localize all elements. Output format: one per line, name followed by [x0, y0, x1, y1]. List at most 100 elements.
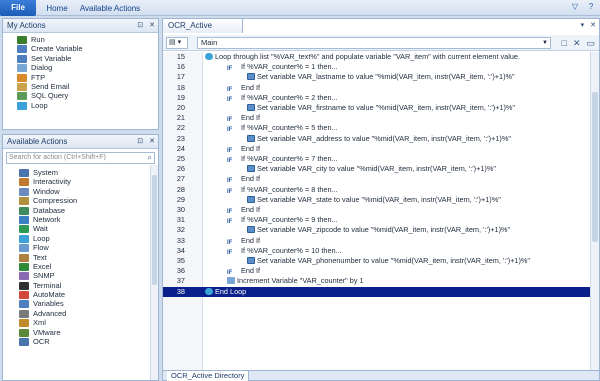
- action-category-terminal[interactable]: Terminal: [17, 281, 158, 290]
- step-row[interactable]: 30 IF End If: [163, 205, 590, 215]
- step-row[interactable]: 27 IF End If: [163, 174, 590, 184]
- step-row[interactable]: 33 IF End If: [163, 236, 590, 246]
- step-row[interactable]: 20 Set variable VAR_firstname to value "%…: [163, 103, 590, 113]
- action-category-excel[interactable]: Excel: [17, 262, 158, 271]
- step-content: Set variable VAR_address to value "%mid(…: [247, 134, 511, 144]
- action-category-compression[interactable]: Compression: [17, 196, 158, 206]
- action-category-advanced[interactable]: Advanced: [17, 309, 158, 318]
- step-row[interactable]: 38 End Loop: [163, 286, 590, 297]
- step-row[interactable]: 37 Increment Variable "VAR_counter" by 1: [163, 276, 590, 286]
- action-category-snmp[interactable]: SNMP: [17, 271, 158, 281]
- close-icon[interactable]: ✕: [590, 21, 596, 29]
- ribbon-controls: ▽ ?: [570, 2, 596, 12]
- my-action-dialog[interactable]: Dialog: [15, 63, 158, 73]
- step-row[interactable]: 26 Set variable VAR_city to value "%mid(V…: [163, 164, 590, 174]
- loop-icon: [19, 234, 29, 243]
- action-category-database[interactable]: Database: [17, 206, 158, 215]
- step-text: If %VAR_counter% = 1 then...: [241, 62, 338, 72]
- view-button[interactable]: ▤ ▾: [166, 37, 188, 49]
- my-action-ftp[interactable]: FTP: [15, 73, 158, 82]
- action-category-window[interactable]: Window: [17, 187, 158, 196]
- action-category-variables[interactable]: Variables: [17, 299, 158, 309]
- step-row[interactable]: 36 IF End If: [163, 266, 590, 276]
- action-category-label: Network: [33, 214, 61, 224]
- line-number: 36: [176, 266, 185, 276]
- available-actions-scrollbar[interactable]: [150, 165, 158, 380]
- close-icon[interactable]: ✕: [149, 19, 155, 33]
- if-icon: IF: [227, 66, 233, 73]
- step-list: 15 Loop through list "%VAR_text%" and pop…: [163, 52, 590, 372]
- action-category-text[interactable]: Text: [17, 253, 158, 262]
- document-icon: ▤: [169, 39, 176, 46]
- action-category-label: System: [33, 168, 59, 177]
- step-row[interactable]: 18 IF End If: [163, 83, 590, 93]
- step-text: If %VAR_counter% = 10 then...: [241, 245, 342, 255]
- search-icon[interactable]: ⌕: [148, 153, 152, 163]
- step-row[interactable]: 23 Set variable VAR_address to value "%mi…: [163, 134, 590, 144]
- tab-document[interactable]: OCR_Active Directory: [163, 19, 243, 44]
- step-row[interactable]: 17 Set variable VAR_lastname to value "%m…: [163, 72, 590, 82]
- editor-scrollbar[interactable]: [590, 52, 599, 372]
- tab-file[interactable]: File: [0, 0, 36, 16]
- step-row[interactable]: 21 IF End If: [163, 113, 590, 123]
- step-text: Set variable VAR_zipcode to value "%mid(…: [257, 225, 511, 235]
- step-row[interactable]: 35 Set variable VAR_phonenumber to value …: [163, 256, 590, 266]
- task-select[interactable]: Main ▼: [197, 37, 551, 49]
- step-row[interactable]: 28 IF If %VAR_counter% = 8 then...: [163, 185, 590, 195]
- action-category-interactivity[interactable]: Interactivity: [17, 177, 158, 187]
- action-category-network[interactable]: Network: [17, 215, 158, 224]
- tab-available-actions[interactable]: Available Actions: [79, 1, 141, 16]
- action-category-label: Interactivity: [33, 177, 71, 187]
- step-row[interactable]: 15 Loop through list "%VAR_text%" and pop…: [163, 52, 590, 62]
- excel-icon: [19, 262, 29, 271]
- set-variable-icon: [247, 257, 255, 264]
- line-number: 33: [176, 235, 185, 245]
- action-category-loop[interactable]: Loop: [17, 234, 158, 243]
- my-action-create-variable[interactable]: Create Variable: [15, 44, 158, 54]
- action-category-flow[interactable]: Flow: [17, 243, 158, 253]
- add-icon[interactable]: □: [562, 37, 567, 49]
- my-action-set-variable[interactable]: Set Variable: [15, 54, 158, 63]
- if-icon: IF: [227, 158, 233, 164]
- set-variable-icon: [247, 226, 255, 234]
- step-row[interactable]: 19 IF If %VAR_counter% = 2 then...: [163, 93, 590, 103]
- tab-home[interactable]: Home: [42, 1, 72, 16]
- if-icon: IF: [227, 209, 233, 215]
- my-action-label: Create Variable: [31, 44, 83, 54]
- pin-icon[interactable]: ⊡: [137, 135, 143, 149]
- step-row[interactable]: 22 IF If %VAR_counter% = 5 then...: [163, 123, 590, 133]
- delete-icon[interactable]: ✕: [573, 37, 581, 49]
- step-row[interactable]: 29 Set variable VAR_state to value "%mid(…: [163, 195, 590, 205]
- step-content: Loop through list "%VAR_text%" and popul…: [205, 52, 520, 62]
- my-action-send-email[interactable]: Send Email: [15, 82, 158, 91]
- chevron-down-icon[interactable]: ▽: [570, 2, 580, 12]
- action-category-wait[interactable]: Wait: [17, 224, 158, 234]
- step-row[interactable]: 24 IF End If: [163, 144, 590, 154]
- action-search-input[interactable]: Search for action (Ctrl+Shift+F) ⌕: [6, 152, 155, 164]
- my-action-loop[interactable]: Loop: [15, 101, 158, 110]
- step-text: Increment Variable "VAR_counter" by 1: [237, 276, 364, 286]
- action-category-label: Wait: [33, 224, 48, 234]
- action-category-ocr[interactable]: OCR: [17, 337, 158, 347]
- action-category-automate[interactable]: AutoMate: [17, 290, 158, 300]
- pin-icon[interactable]: ⊡: [137, 19, 143, 33]
- chevron-down-icon[interactable]: ▾: [581, 21, 585, 29]
- tab-bottom-document[interactable]: OCR_Active Directory: [167, 371, 250, 381]
- my-action-sql-query[interactable]: SQL Query: [15, 91, 158, 101]
- network-icon: [19, 215, 29, 224]
- action-category-vmware[interactable]: VMware: [17, 328, 158, 337]
- action-category-system[interactable]: System: [17, 168, 158, 177]
- help-icon[interactable]: ?: [586, 2, 596, 12]
- close-icon[interactable]: ✕: [149, 135, 155, 149]
- action-category-xml[interactable]: Xml: [17, 318, 158, 328]
- step-content: IF End If: [227, 113, 260, 123]
- restore-icon[interactable]: ▭: [586, 37, 595, 49]
- my-action-run[interactable]: Run: [15, 35, 158, 44]
- run-icon: [17, 36, 27, 44]
- step-row[interactable]: 34 IF If %VAR_counter% = 10 then...: [163, 246, 590, 256]
- step-row[interactable]: 32 Set variable VAR_zipcode to value "%mi…: [163, 225, 590, 235]
- step-row[interactable]: 31 IF If %VAR_counter% = 9 then...: [163, 215, 590, 225]
- step-row[interactable]: 25 IF If %VAR_counter% = 7 then...: [163, 154, 590, 164]
- step-content: IF If %VAR_counter% = 2 then...: [227, 93, 338, 103]
- step-row[interactable]: 16 IF If %VAR_counter% = 1 then...: [163, 62, 590, 72]
